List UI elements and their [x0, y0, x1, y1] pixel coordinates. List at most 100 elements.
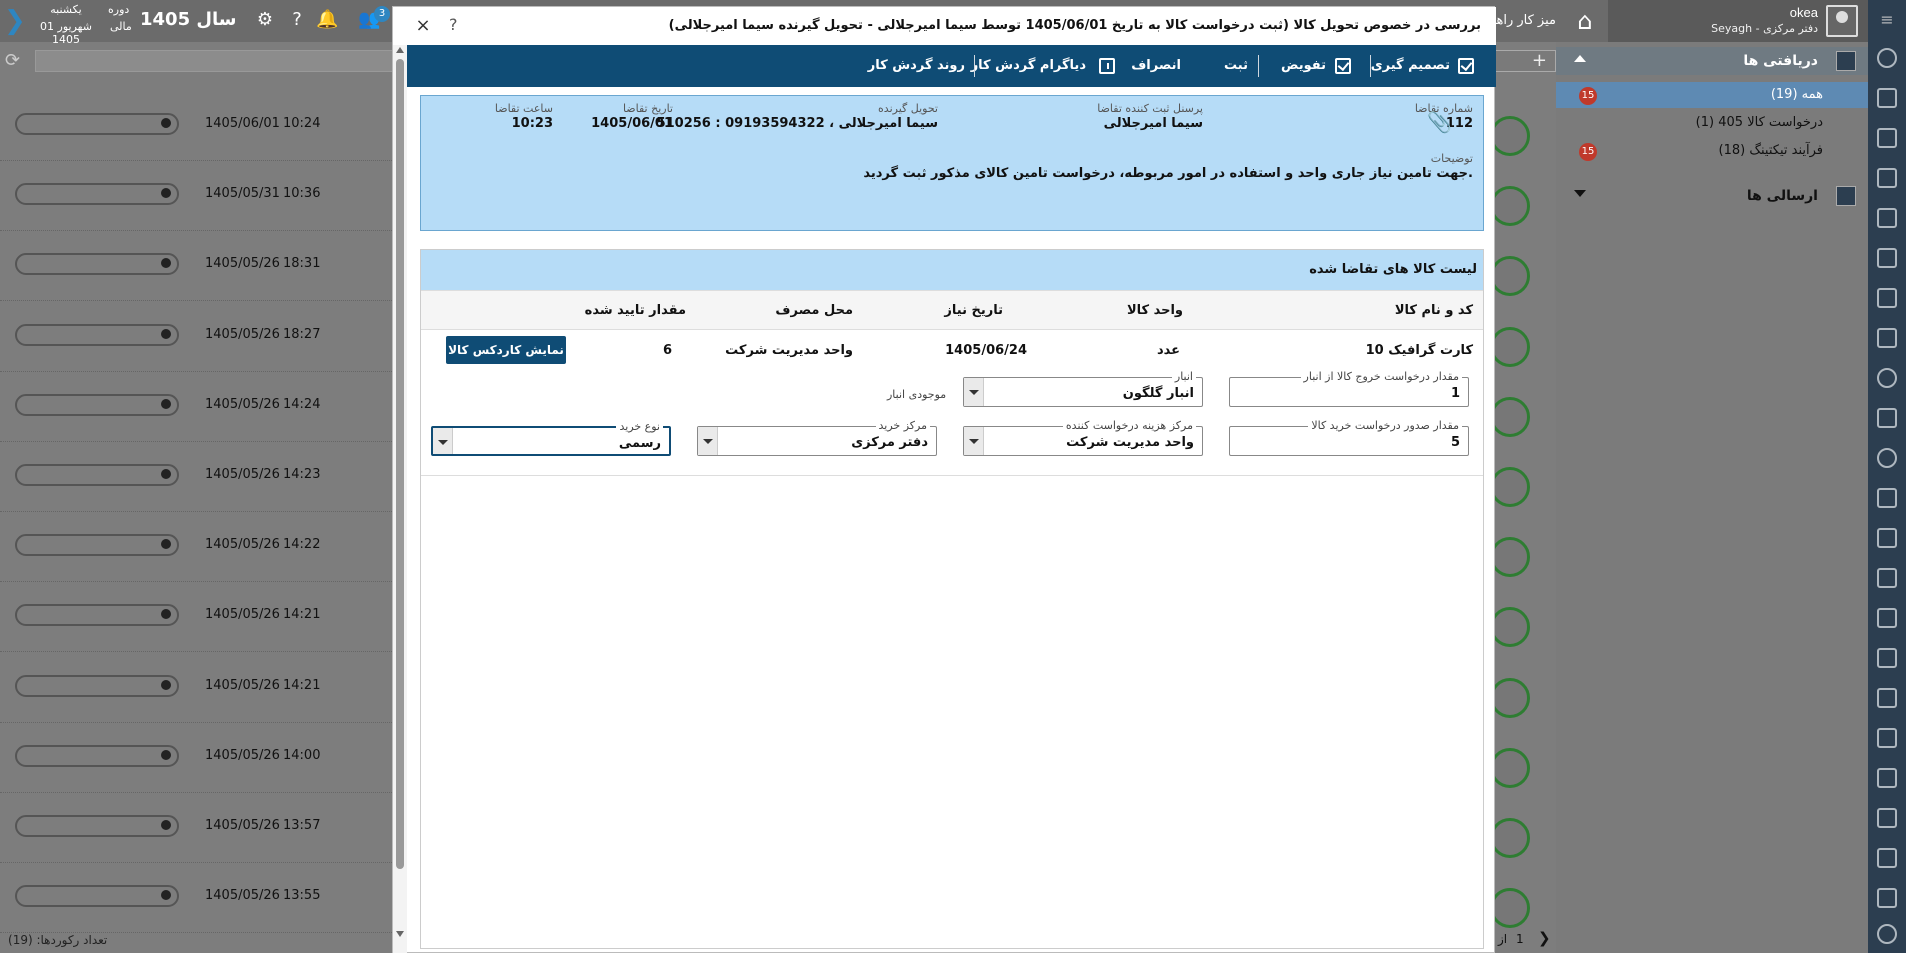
list-item-date: 1405/05/26	[205, 396, 280, 412]
field-value: دفتر مرکزی	[851, 435, 928, 450]
image-icon[interactable]	[1877, 248, 1897, 268]
warehouse-select[interactable]: انبار انبار گلگون	[963, 370, 1203, 407]
chevron-down-icon[interactable]	[964, 378, 984, 406]
home-alt-icon[interactable]	[1877, 328, 1897, 348]
list-item[interactable]: 1405/05/26 14:22	[0, 512, 400, 583]
list-item[interactable]: 1405/05/26 13:55	[0, 863, 400, 934]
list-item[interactable]: 1405/05/26 14:23	[0, 442, 400, 512]
card-icon[interactable]	[1877, 208, 1897, 228]
picture-alt-icon[interactable]	[1877, 808, 1897, 828]
nav-item-goods-request[interactable]: درخواست کالا 405 (1)	[1556, 110, 1868, 136]
items-title: لیست کالا های تقاضا شده	[1309, 262, 1477, 277]
settings-icon[interactable]	[1877, 924, 1897, 944]
stock-label: موجودی انبار	[887, 388, 947, 401]
app-logo-icon[interactable]: ❯	[4, 8, 30, 34]
list-search-input[interactable]	[35, 50, 405, 72]
list-avatar	[1490, 186, 1530, 227]
mail-icon[interactable]	[1877, 128, 1897, 148]
scroll-up-arrow-icon[interactable]	[396, 47, 404, 53]
inbox-icon[interactable]	[1877, 88, 1897, 108]
nav-item-all[interactable]: همه (19) 15	[1556, 82, 1868, 108]
purchase-type-select[interactable]: نوع خرید رسمی	[431, 420, 671, 456]
paperclip-icon[interactable]: 📎	[1427, 110, 1452, 134]
gallery-icon[interactable]	[1877, 888, 1897, 908]
chevron-down-icon[interactable]	[964, 427, 984, 455]
report-icon[interactable]	[1877, 568, 1897, 588]
list-item-time: 14:22	[283, 537, 321, 553]
purchase-qty-field[interactable]: مقدار صدور درخواست خرید کالا 5	[1229, 419, 1469, 456]
list-item[interactable]: 1405/06/01 10:24	[0, 91, 400, 161]
close-button[interactable]: ×	[413, 15, 433, 36]
delegate-button[interactable]: تفویض	[1281, 45, 1326, 87]
show-kardex-button[interactable]: نمایش کاردکس کالا	[446, 336, 566, 364]
list-item[interactable]: 1405/05/26 18:31	[0, 231, 400, 302]
chevron-down-icon[interactable]	[1574, 190, 1586, 197]
workflow-diagram-button[interactable]: دیاگرام گردش کار	[971, 45, 1086, 87]
decision-button[interactable]: تصمیم گیری	[1371, 45, 1450, 87]
timer-pill	[15, 113, 179, 135]
id-card-icon[interactable]	[1877, 528, 1897, 548]
home-icon[interactable]: ⌂	[1572, 8, 1598, 34]
save-button[interactable]: ثبت	[1224, 45, 1248, 87]
chevron-right-icon[interactable]: ❯	[1538, 929, 1551, 947]
list-item[interactable]: 1405/05/26 14:24	[0, 372, 400, 442]
person-icon[interactable]	[1877, 368, 1897, 388]
list-item[interactable]: 1405/05/26 14:00	[0, 723, 400, 793]
scroll-down-arrow-icon[interactable]	[396, 931, 404, 937]
chevron-down-icon[interactable]	[698, 427, 718, 455]
field-label: انبار	[1171, 370, 1196, 383]
pager[interactable]: از 1 ❯	[1494, 929, 1560, 952]
cost-center-select[interactable]: مرکز هزینه درخواست کننده واحد مدیریت شرک…	[963, 419, 1203, 456]
menu-icon[interactable]: ≡	[1877, 10, 1897, 30]
contacts-icon[interactable]	[1877, 288, 1897, 308]
gear-icon[interactable]: ⚙	[254, 9, 276, 31]
purchase-center-select[interactable]: مرکز خرید دفتر مرکزی	[697, 419, 937, 456]
workflow-process-button[interactable]: روند گردش کار	[868, 45, 965, 87]
search-icon[interactable]	[1877, 48, 1897, 68]
field-value: 1	[1450, 386, 1460, 401]
user-org: Seyagh - دفتر مرکزی	[1711, 22, 1818, 35]
chevron-up-icon[interactable]	[1574, 55, 1586, 62]
bell-icon[interactable]: 🔔	[316, 9, 338, 31]
out-qty-field[interactable]: مقدار درخواست خروج کالا از انبار 1	[1229, 370, 1469, 407]
nav-received-header[interactable]: دریافتی ها	[1556, 47, 1868, 75]
list-item[interactable]: 1405/05/26 14:21	[0, 582, 400, 653]
chevron-down-icon[interactable]	[433, 428, 453, 454]
list-item[interactable]: 1405/05/26 14:21	[0, 653, 400, 723]
fiscal-year-selector[interactable]: سال 1405	[140, 9, 236, 30]
avatar[interactable]	[1826, 5, 1858, 37]
item-name-cell: 10 کارت گرافیک	[1365, 343, 1473, 358]
scroll-thumb[interactable]	[396, 59, 404, 869]
cart-icon[interactable]	[1877, 648, 1897, 668]
field-value: انبار گلگون	[1122, 386, 1194, 401]
list-item[interactable]: 1405/05/31 10:36	[0, 161, 400, 232]
user-box[interactable]: okea Seyagh - دفتر مرکزی	[1608, 0, 1868, 42]
field-label: نوع خرید	[616, 420, 663, 433]
list-avatar	[1490, 256, 1530, 297]
checkbox-icon	[1335, 58, 1351, 74]
list-item-date: 1405/05/26	[205, 467, 280, 482]
help-button[interactable]: ?	[449, 15, 458, 34]
nav-item-ticketing[interactable]: فرآیند تیکتینگ (18) 15	[1556, 138, 1868, 164]
list-item[interactable]: 1405/05/26 13:57	[0, 793, 400, 863]
timer-pill	[15, 815, 179, 837]
help-icon[interactable]: ?	[286, 9, 308, 31]
user-name: okea	[1789, 5, 1818, 20]
dialog-scrollbar[interactable]	[393, 45, 407, 953]
pen-icon[interactable]	[1877, 408, 1897, 428]
picture-icon[interactable]	[1877, 728, 1897, 748]
tools-icon[interactable]	[1877, 848, 1897, 868]
archive-icon[interactable]	[1877, 688, 1897, 708]
nav-sent-header[interactable]: ارسالی ها	[1556, 182, 1868, 210]
monitor-icon[interactable]	[1877, 488, 1897, 508]
items-table-header: کد و نام کالا واحد کالا تاریخ نیاز محل م…	[421, 290, 1483, 330]
cancel-button[interactable]: انصراف	[1131, 45, 1181, 87]
refresh-icon[interactable]: ⟳	[5, 50, 20, 71]
vehicle-icon[interactable]	[1877, 608, 1897, 628]
list-item[interactable]: 1405/05/26 18:27	[0, 302, 400, 372]
clock-icon[interactable]	[1877, 448, 1897, 468]
tag-icon[interactable]	[1877, 768, 1897, 788]
list-item-date: 1405/05/26	[205, 818, 280, 833]
document-icon[interactable]	[1877, 168, 1897, 188]
timer-pill	[15, 464, 179, 486]
